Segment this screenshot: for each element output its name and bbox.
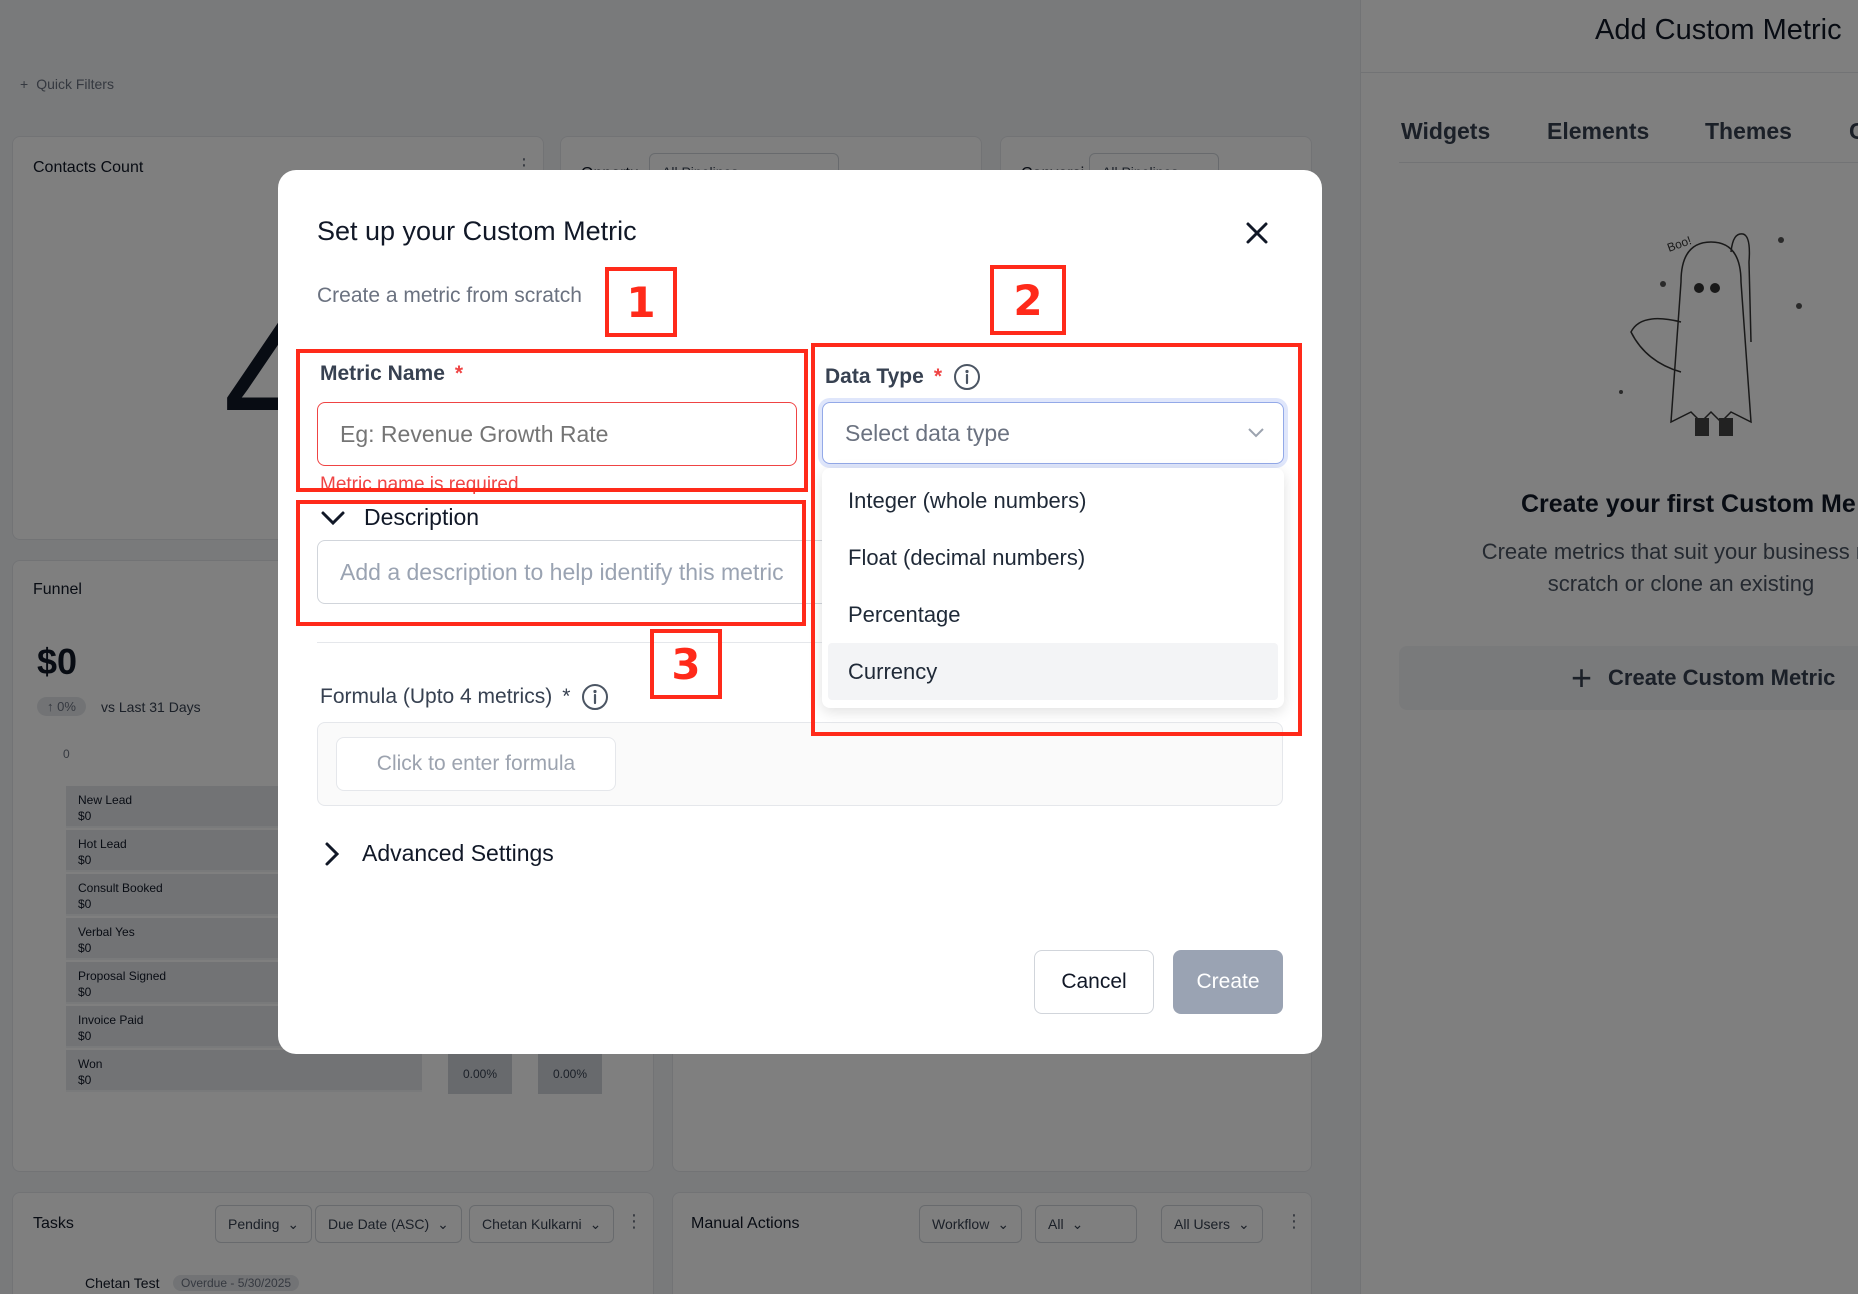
- advanced-settings-toggle[interactable]: Advanced Settings: [324, 840, 554, 867]
- required-asterisk: *: [562, 685, 571, 708]
- advanced-settings-label: Advanced Settings: [362, 840, 554, 866]
- close-icon[interactable]: [1240, 216, 1274, 250]
- annotation-box-data-type: [811, 343, 1302, 736]
- modal-title: Set up your Custom Metric: [317, 216, 637, 246]
- modal-subtitle: Create a metric from scratch: [317, 284, 582, 307]
- chevron-right-icon: [325, 842, 340, 865]
- info-icon[interactable]: [580, 682, 610, 712]
- annotation-badge-2: 2: [990, 265, 1066, 335]
- annotation-badge-3: 3: [650, 629, 722, 699]
- formula-label-text: Formula (Upto 4 metrics): [320, 685, 553, 708]
- enter-formula-button[interactable]: Click to enter formula: [336, 737, 616, 791]
- formula-label: Formula (Upto 4 metrics) *: [320, 682, 610, 712]
- annotation-box-description: [296, 500, 806, 626]
- create-button[interactable]: Create: [1173, 950, 1283, 1014]
- annotation-box-metric-name: [296, 349, 808, 492]
- cancel-button[interactable]: Cancel: [1034, 950, 1154, 1014]
- annotation-badge-1: 1: [605, 267, 677, 337]
